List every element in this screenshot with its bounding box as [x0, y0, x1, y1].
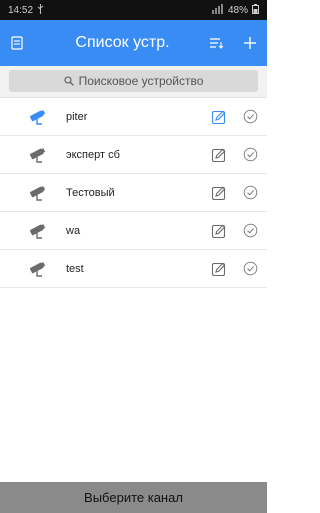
page-title: Список устр.: [75, 34, 170, 51]
add-device-button[interactable]: [233, 20, 267, 66]
search-input[interactable]: Поисковое устройство: [9, 70, 258, 92]
select-channel-label: Выберите канал: [84, 490, 183, 505]
camera-icon: [29, 147, 46, 163]
list-icon: [11, 36, 23, 50]
edit-icon[interactable]: [211, 109, 227, 125]
signal-icon: [211, 4, 224, 16]
check-circle-icon[interactable]: [243, 109, 258, 124]
device-name: test: [66, 262, 84, 275]
search-placeholder: Поисковое устройство: [78, 74, 204, 88]
app-header: Список устр.: [0, 20, 267, 66]
battery-percent: 48%: [227, 4, 248, 16]
sort-icon: [210, 38, 223, 49]
device-name: wa: [66, 224, 81, 237]
edit-icon[interactable]: [211, 185, 227, 201]
edit-icon[interactable]: [211, 223, 227, 239]
check-circle-icon[interactable]: [243, 185, 258, 200]
device-row[interactable]: эксперт сб: [0, 136, 267, 174]
search-bar: Поисковое устройство: [0, 66, 267, 98]
select-channel-button[interactable]: Выберите канал: [0, 482, 267, 513]
check-circle-icon[interactable]: [243, 261, 258, 276]
camera-icon: [29, 223, 46, 239]
edit-icon[interactable]: [211, 261, 227, 277]
camera-icon: [29, 185, 46, 201]
device-name: Тестовый: [66, 186, 115, 199]
device-row[interactable]: piter: [0, 98, 267, 136]
sort-button[interactable]: [199, 20, 233, 66]
device-name: эксперт сб: [66, 148, 120, 161]
camera-icon: [29, 109, 46, 125]
search-icon: [64, 76, 74, 86]
check-circle-icon[interactable]: [243, 223, 258, 238]
status-bar: 14:52 48%: [0, 0, 267, 20]
camera-icon: [29, 261, 46, 277]
status-time: 14:52: [8, 4, 34, 16]
battery-icon: [252, 4, 259, 16]
menu-button[interactable]: [0, 20, 34, 66]
edit-icon[interactable]: [211, 147, 227, 163]
device-row[interactable]: Тестовый: [0, 174, 267, 212]
plus-icon: [244, 37, 256, 49]
device-row[interactable]: wa: [0, 212, 267, 250]
device-row[interactable]: test: [0, 250, 267, 288]
device-name: piter: [66, 110, 88, 123]
check-circle-icon[interactable]: [243, 147, 258, 162]
usb-icon: [37, 4, 44, 16]
device-list: piter эксперт сб Тестовый wa test: [0, 98, 267, 288]
